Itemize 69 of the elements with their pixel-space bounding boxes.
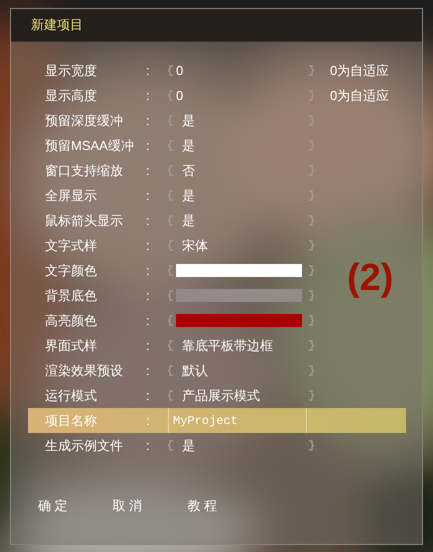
setting-label: 全屏显示 <box>44 186 98 205</box>
setting-row[interactable]: 背景底色 : <box>28 283 314 308</box>
setting-value: 是 <box>181 186 195 205</box>
setting-value: 宋体 <box>181 236 208 255</box>
color-swatch[interactable] <box>176 314 302 327</box>
setting-value: 否 <box>181 162 195 180</box>
setting-label: 预留MSAA缓冲 <box>44 136 135 155</box>
setting-label: 文字式样 <box>44 236 98 255</box>
annotation-label: (2) <box>347 259 394 297</box>
setting-row[interactable]: 预留MSAA缓冲 : 是 <box>28 133 314 158</box>
setting-value: 产品展示模式 <box>181 386 260 405</box>
setting-label: 预留深度缓冲 <box>44 112 124 130</box>
setting-label: 项目名称 <box>44 412 98 430</box>
setting-row[interactable]: 高亮颜色 : <box>28 308 314 333</box>
setting-note: 0为自适应 <box>330 86 390 105</box>
colon: : <box>146 112 151 130</box>
setting-value: 靠底平板带边框 <box>181 336 273 355</box>
setting-label: 背景底色 <box>44 286 98 305</box>
setting-row[interactable]: 文字式样 : 宋体 <box>28 233 314 258</box>
colon: : <box>146 412 151 430</box>
setting-label: 鼠标箭头显示 <box>44 212 124 230</box>
setting-value: 是 <box>181 136 195 155</box>
setting-label: 界面式样 <box>44 336 98 355</box>
dialog-button[interactable]: 确 定 <box>38 496 68 516</box>
setting-label: 窗口支持缩放 <box>44 162 124 180</box>
setting-value: 是 <box>181 212 195 230</box>
setting-label: 高亮颜色 <box>44 312 98 330</box>
setting-label: 生成示例文件 <box>44 436 124 455</box>
setting-row[interactable]: 显示高度 : 0 0为自适应 <box>28 83 390 108</box>
colon: : <box>146 136 151 155</box>
colon: : <box>146 262 151 280</box>
color-swatch[interactable] <box>176 264 302 277</box>
setting-row[interactable]: 生成示例文件 : 是 <box>28 433 314 458</box>
setting-row[interactable]: 显示宽度 : 0 0为自适应 <box>28 58 390 83</box>
setting-label: 渲染效果预设 <box>44 362 124 380</box>
setting-note: 0为自适应 <box>330 62 390 80</box>
setting-row[interactable]: 鼠标箭头显示 : 是 <box>28 208 314 233</box>
setting-value: 0 <box>176 62 184 80</box>
window-title: 新建项目 <box>31 16 83 34</box>
colon: : <box>146 336 151 355</box>
colon: : <box>146 386 151 405</box>
colon: : <box>146 312 151 330</box>
setting-label: 显示高度 <box>44 86 98 105</box>
colon: : <box>146 162 151 180</box>
setting-label: 显示宽度 <box>44 62 98 80</box>
colon: : <box>146 62 151 80</box>
setting-row[interactable]: 全屏显示 : 是 <box>28 183 314 208</box>
setting-value: 0 <box>176 86 184 105</box>
color-swatch[interactable] <box>176 289 302 302</box>
setting-row[interactable]: 渲染效果预设 : 默认 <box>28 358 314 383</box>
setting-value: 是 <box>181 112 195 130</box>
colon: : <box>146 436 151 455</box>
setting-row[interactable]: 预留深度缓冲 : 是 <box>28 108 314 133</box>
colon: : <box>146 186 151 205</box>
setting-label: 运行模式 <box>44 386 98 405</box>
colon: : <box>146 212 151 230</box>
setting-value: 默认 <box>181 362 208 380</box>
setting-label: 文字颜色 <box>44 262 98 280</box>
setting-row[interactable]: 运行模式 : 产品展示模式 <box>28 383 314 408</box>
colon: : <box>146 86 151 105</box>
setting-row[interactable]: 窗口支持缩放 : 否 <box>28 158 314 183</box>
colon: : <box>146 236 151 255</box>
dialog-button[interactable]: 取 消 <box>112 496 142 516</box>
setting-row[interactable]: 界面式样 : 靠底平板带边框 <box>28 333 314 358</box>
setting-row[interactable]: 文字颜色 : <box>28 258 314 283</box>
dialog-button[interactable]: 教 程 <box>187 496 217 516</box>
colon: : <box>146 362 151 380</box>
setting-value: 是 <box>181 436 195 455</box>
colon: : <box>146 286 151 305</box>
